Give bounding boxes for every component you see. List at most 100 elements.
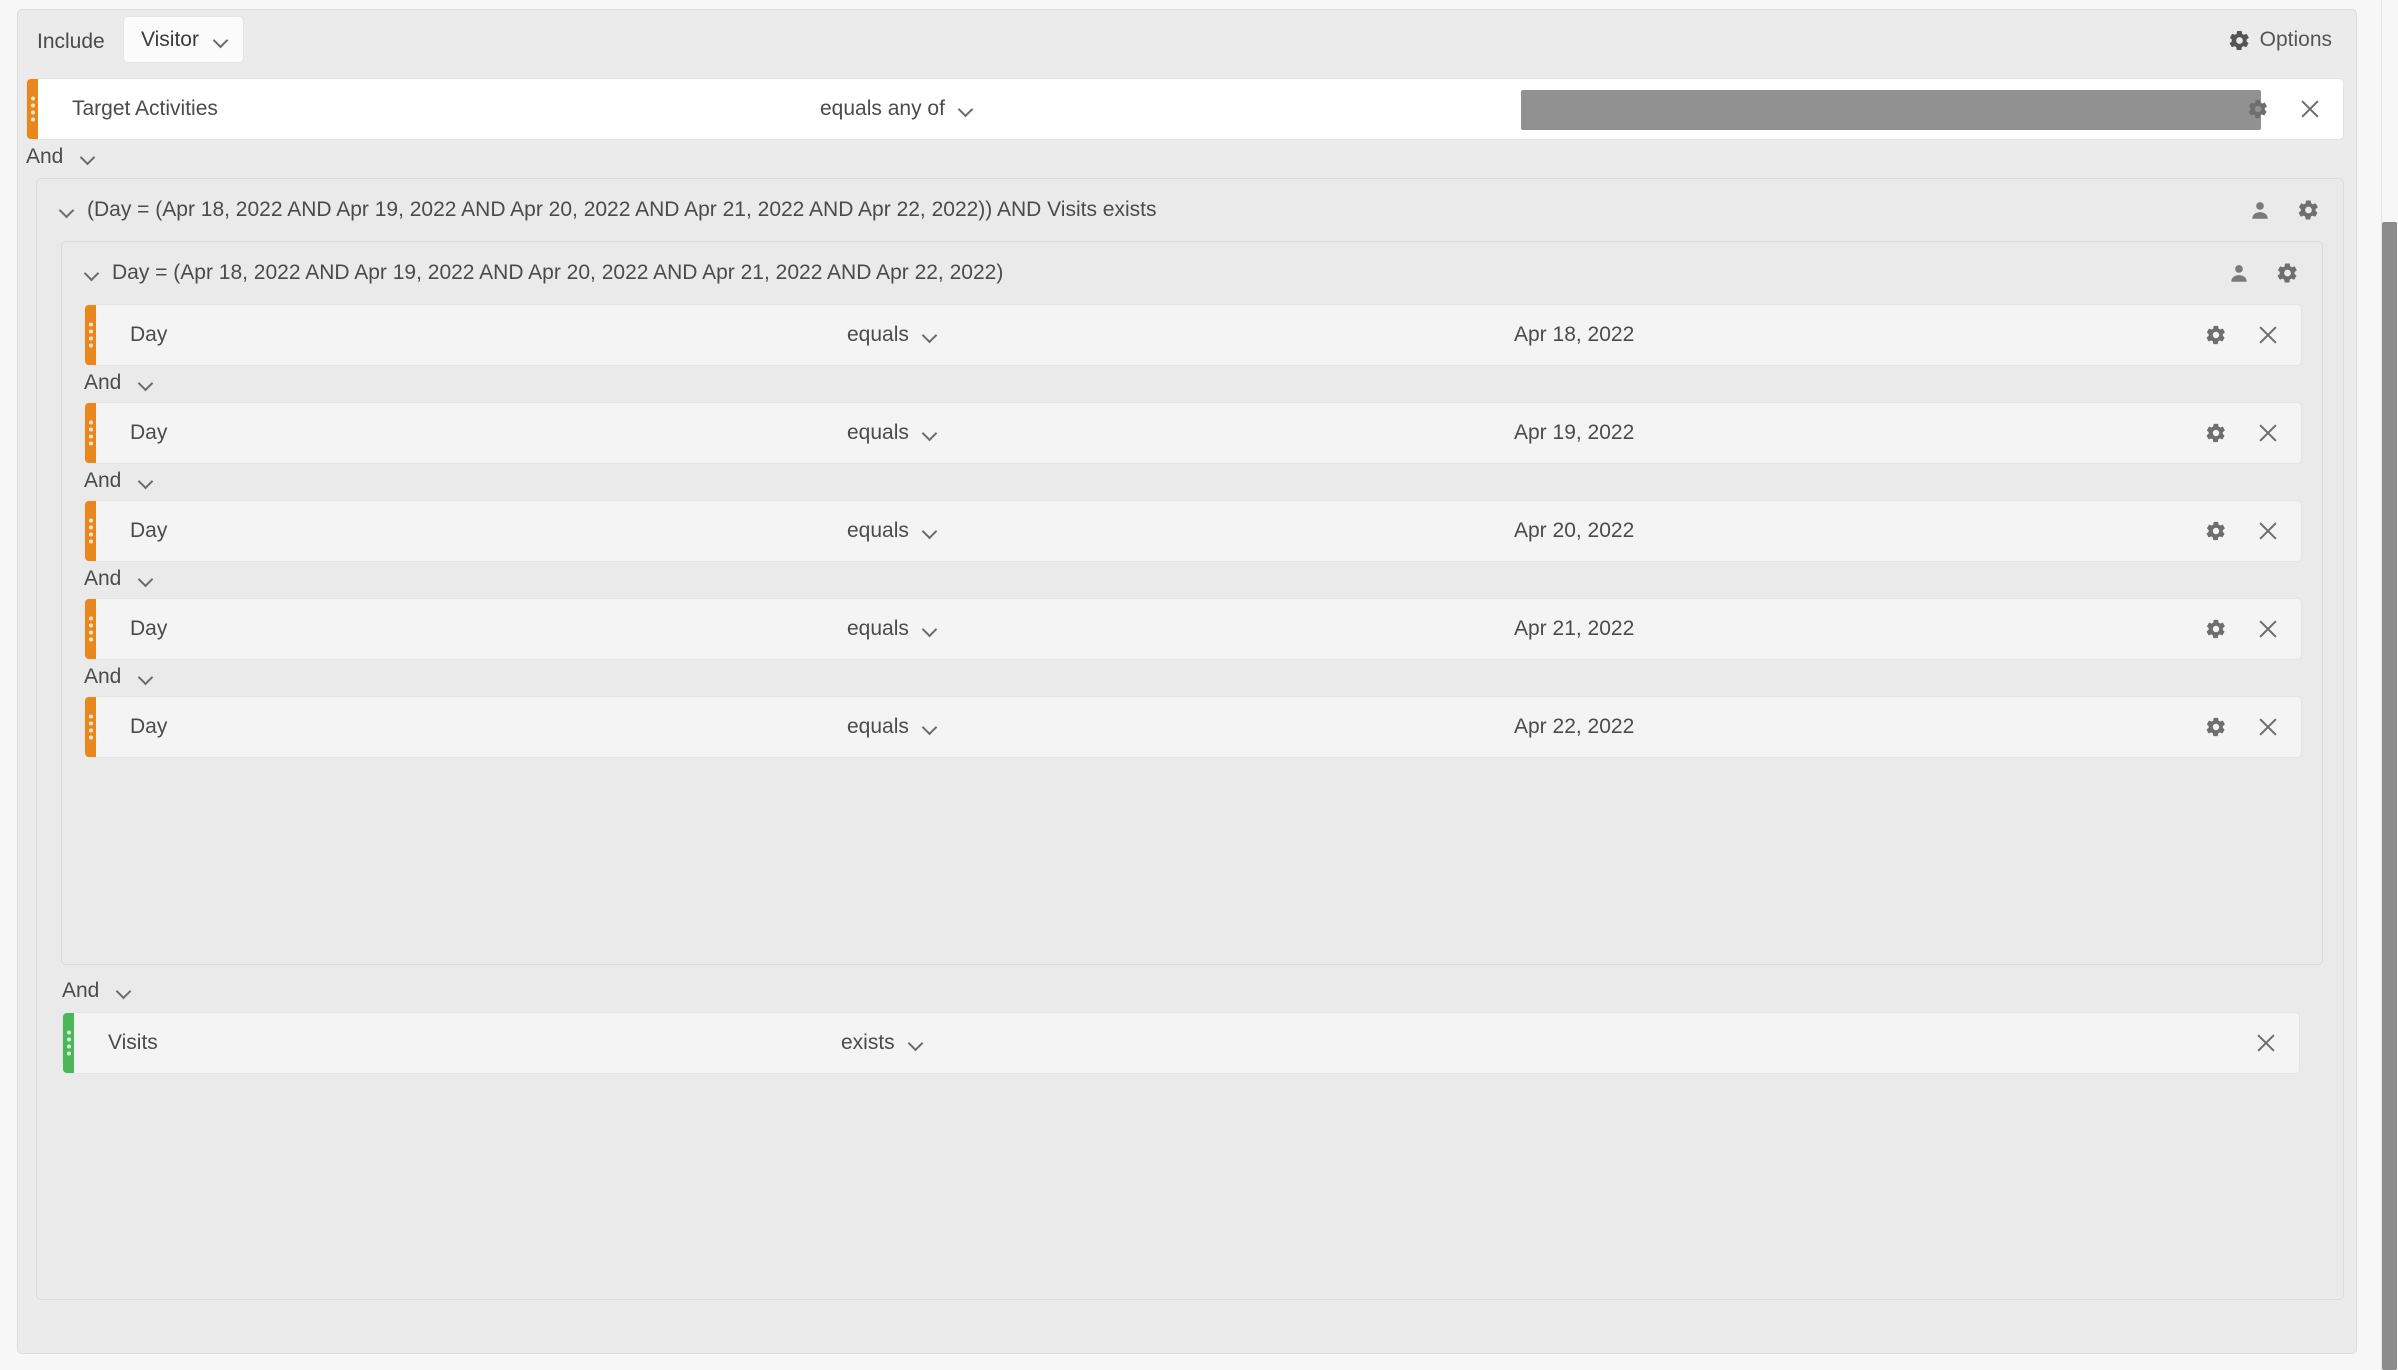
rule-dimension-label: Target Activities [72,97,218,120]
outer-group-settings-button[interactable] [2297,199,2320,222]
rule-row-target-activities[interactable]: Target Activities equals any of [26,78,2344,140]
rule-settings-button[interactable] [2205,520,2227,542]
rule-dimension-label: Day [130,715,168,738]
inner-group-title: Day = (Apr 18, 2022 AND Apr 19, 2022 AND… [112,261,1004,284]
rule-operator-label: equals [847,323,909,346]
vertical-scrollbar-track[interactable] [2381,0,2398,1370]
rule-operator-label: equals [847,617,909,640]
container-scope-select[interactable]: Visitor [123,16,244,63]
rule-row-visits[interactable]: Visits exists [62,1012,2300,1074]
drag-handle-bar[interactable] [85,305,96,365]
drag-handle-bar[interactable] [85,599,96,659]
inner-group-settings-button[interactable] [2276,262,2299,285]
drag-dots-icon [88,322,93,348]
rule-row-day[interactable]: Day equals Apr 22, 2022 [84,696,2302,758]
rule-row-day[interactable]: Day equals Apr 21, 2022 [84,598,2302,660]
drag-handle-bar[interactable] [85,697,96,757]
rule-operator-select[interactable]: equals [847,421,938,445]
rule-remove-button[interactable] [2257,422,2279,444]
chevron-down-icon [922,624,938,634]
person-icon[interactable] [2249,199,2271,221]
rule-settings-button[interactable] [2205,716,2227,738]
rule-dimension-label: Day [130,519,168,542]
rule-dimension-label: Visits [108,1031,158,1054]
connector-and-day[interactable]: And [84,469,154,493]
drag-dots-icon [30,96,35,122]
rule-operator-select[interactable]: equals any of [820,97,974,121]
rule-actions [2255,1032,2277,1054]
connector-label: And [84,665,122,688]
rule-value-label: Apr 20, 2022 [1514,519,1635,542]
rule-settings-button[interactable] [2205,422,2227,444]
drag-dots-icon [88,616,93,642]
rule-settings-button[interactable] [2205,324,2227,346]
drag-handle-bar[interactable] [85,501,96,561]
outer-group-header[interactable]: (Day = (Apr 18, 2022 AND Apr 19, 2022 AN… [37,179,2343,241]
rule-row-day[interactable]: Day equals Apr 19, 2022 [84,402,2302,464]
person-icon[interactable] [2228,262,2250,284]
inner-group-header[interactable]: Day = (Apr 18, 2022 AND Apr 19, 2022 AND… [62,242,2322,304]
chevron-down-icon [138,672,154,682]
vertical-scrollbar-thumb[interactable] [2382,222,2397,1370]
rule-operator-select[interactable]: exists [841,1031,924,1055]
segment-builder-page: Include Visitor Options Target Activitie… [0,0,2398,1370]
segment-definition-panel: Include Visitor Options Target Activitie… [17,9,2357,1354]
gear-icon [2228,29,2251,52]
chevron-down-icon [138,476,154,486]
panel-header: Include Visitor Options [18,10,2356,68]
connector-and-day[interactable]: And [84,665,154,689]
include-label: Include [37,30,105,53]
rule-remove-button[interactable] [2255,1032,2277,1054]
options-label: Options [2259,28,2332,51]
chevron-down-icon [922,526,938,536]
rule-value-label: Apr 19, 2022 [1514,421,1635,444]
chevron-down-icon [138,574,154,584]
rule-operator-label: equals [847,715,909,738]
chevron-down-icon [80,152,96,162]
options-button[interactable]: Options [2228,28,2332,52]
connector-label: And [26,145,64,168]
rule-settings-button[interactable] [2247,98,2269,120]
rule-actions [2205,618,2279,640]
rule-actions [2205,422,2279,444]
chevron-down-icon [958,104,974,114]
rule-operator-select[interactable]: equals [847,323,938,347]
rule-actions [2205,716,2279,738]
rule-actions [2247,98,2321,120]
connector-and-before-visits[interactable]: And [62,979,132,1003]
drag-handle-bar[interactable] [27,79,38,139]
rule-operator-label: equals [847,519,909,542]
inner-logic-group: Day = (Apr 18, 2022 AND Apr 19, 2022 AND… [61,241,2323,965]
chevron-down-icon[interactable] [59,205,75,215]
rule-dimension-label: Day [130,323,168,346]
connector-label: And [62,979,100,1002]
drag-handle-bar[interactable] [63,1013,74,1073]
rule-operator-select[interactable]: equals [847,519,938,543]
chevron-down-icon [116,986,132,996]
chevron-down-icon [922,428,938,438]
outer-logic-group: (Day = (Apr 18, 2022 AND Apr 19, 2022 AN… [36,178,2344,1300]
rule-value-label: Apr 21, 2022 [1514,617,1635,640]
drag-handle-bar[interactable] [85,403,96,463]
connector-label: And [84,469,122,492]
rule-operator-select[interactable]: equals [847,715,938,739]
connector-and-day[interactable]: And [84,567,154,591]
rule-operator-select[interactable]: equals [847,617,938,641]
rule-value-label: Apr 18, 2022 [1514,323,1635,346]
rule-row-day[interactable]: Day equals Apr 20, 2022 [84,500,2302,562]
rule-remove-button[interactable] [2257,324,2279,346]
rule-remove-button[interactable] [2257,520,2279,542]
rule-remove-button[interactable] [2299,98,2321,120]
rule-operator-label: exists [841,1031,895,1054]
connector-and-day[interactable]: And [84,371,154,395]
chevron-down-icon [908,1038,924,1048]
rule-remove-button[interactable] [2257,716,2279,738]
rule-remove-button[interactable] [2257,618,2279,640]
rule-row-day[interactable]: Day equals Apr 18, 2022 [84,304,2302,366]
rule-settings-button[interactable] [2205,618,2227,640]
chevron-down-icon[interactable] [84,268,100,278]
chevron-down-icon [138,378,154,388]
rule-value-redacted[interactable] [1521,90,2261,130]
connector-and-top[interactable]: And [26,145,96,169]
drag-dots-icon [66,1030,71,1056]
